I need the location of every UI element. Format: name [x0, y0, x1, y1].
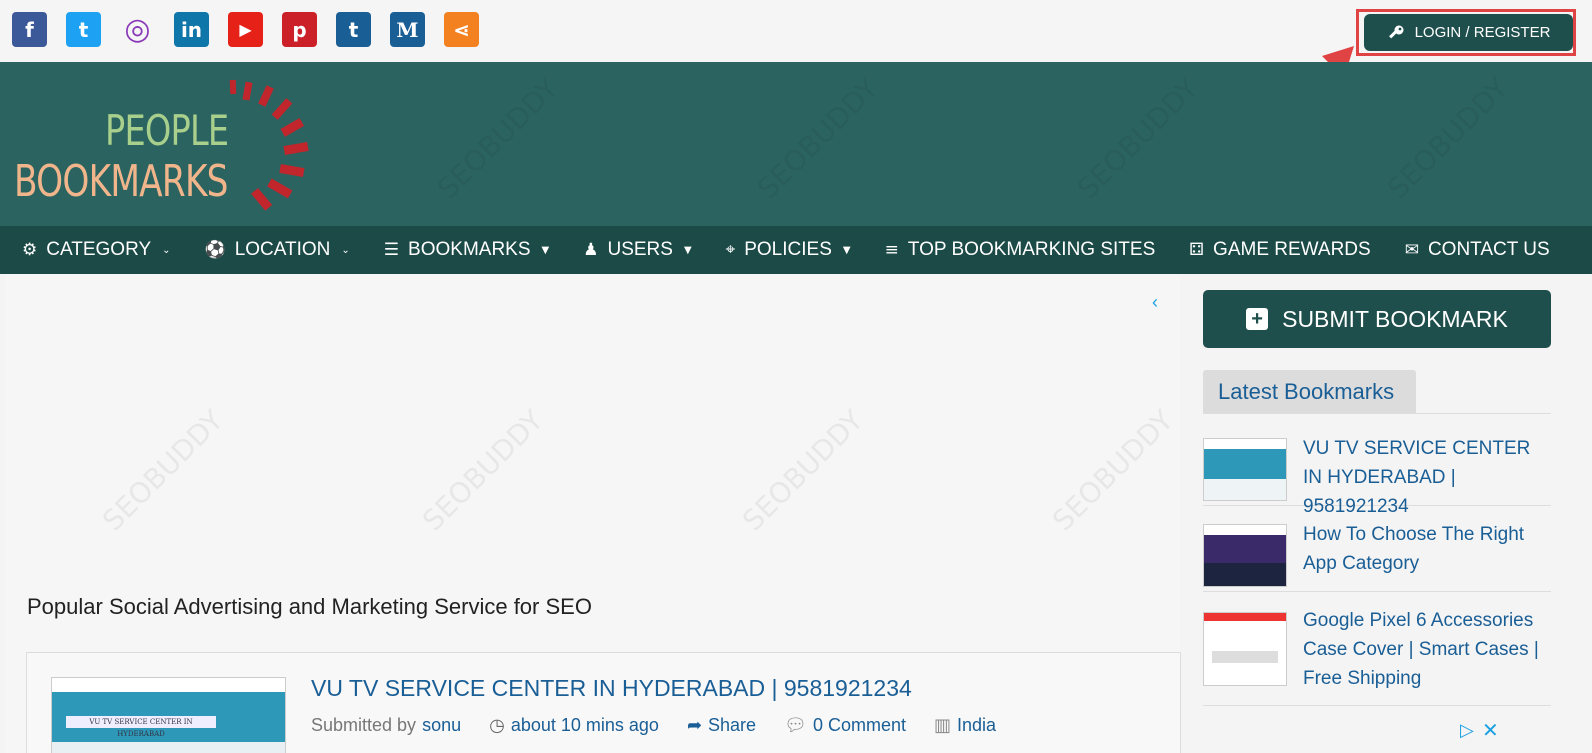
nav-label: GAME REWARDS [1213, 239, 1371, 260]
linkedin-icon[interactable]: in [174, 12, 209, 47]
close-ad-icon[interactable]: ✕ [1482, 718, 1499, 742]
logo-text-people: PEOPLE [105, 106, 229, 155]
nav-location[interactable]: ⚽ LOCATION ⌄ [205, 239, 350, 261]
watermark: SEOBUDDY [416, 403, 550, 538]
divider [1203, 413, 1551, 414]
watermark: SEOBUDDY [736, 403, 870, 538]
instagram-icon[interactable]: ◎ [120, 12, 155, 47]
nav-users[interactable]: ♟ USERS ▼ [583, 239, 691, 261]
nav-label: BOOKMARKS [408, 239, 531, 260]
tumblr-icon[interactable]: t [336, 12, 371, 47]
thumb-topbar [1204, 525, 1286, 535]
thumb-caption: VU TV SERVICE CENTER IN HYDERABAD [66, 716, 216, 738]
thumb-topbar [52, 678, 285, 692]
list-item: How To Choose The Right App Category [1203, 506, 1551, 592]
ad-choices-icon[interactable]: ‹ [1152, 292, 1158, 313]
logo-text-bookmarks: BOOKMARKS [14, 156, 228, 207]
plus-square-icon: + [1246, 308, 1269, 330]
watermark: SEOBUDDY [96, 403, 230, 538]
user-icon: ♟ [583, 240, 599, 260]
latest-bookmark-link[interactable]: How To Choose The Right App Category [1303, 520, 1551, 578]
comment-icon: 💬︎ [784, 715, 807, 736]
latest-bookmarks-list: VU TV SERVICE CENTER IN HYDERABAD | 9581… [1203, 420, 1551, 706]
nav-label: CONTACT US [1427, 239, 1550, 260]
time-link[interactable]: about 10 mins ago [511, 715, 659, 736]
share-link[interactable]: Share [708, 715, 756, 736]
nav-contact-us[interactable]: ✉ CONTACT US [1405, 239, 1550, 261]
location-link[interactable]: India [957, 715, 996, 736]
ball-icon: ⚽ [204, 240, 226, 260]
nav-label: POLICIES [744, 239, 832, 260]
latest-thumbnail[interactable] [1203, 438, 1287, 501]
nav-label: TOP BOOKMARKING SITES [907, 239, 1156, 260]
main-nav: ⚙ CATEGORY ⌄ ⚽ LOCATION ⌄ ☰ BOOKMARKS ▼ ♟ USERS… [0, 226, 1592, 274]
bookmark-meta: Submitted by sonu ◷ about 10 mins ago ➦ … [311, 715, 996, 736]
medium-icon[interactable]: M [390, 12, 425, 47]
social-links: f t ◎ in ▶ p t M ⋖ [12, 12, 479, 47]
latest-thumbnail[interactable] [1203, 524, 1287, 587]
caret-down-icon: ▼ [683, 244, 692, 256]
login-register-label: LOGIN / REGISTER [1414, 24, 1551, 41]
list-item: Google Pixel 6 Accessories Case Cover | … [1203, 592, 1551, 706]
nav-policies[interactable]: ⌖ POLICIES ▼ [726, 239, 851, 261]
bookmark-thumbnail[interactable]: VU TV SERVICE CENTER IN HYDERABAD [51, 677, 286, 753]
nav-game-rewards[interactable]: ⚃ GAME REWARDS [1189, 239, 1370, 261]
submit-bookmark-label: SUBMIT BOOKMARK [1282, 305, 1508, 332]
share-icon[interactable]: ⋖ [444, 12, 479, 47]
watermark: SEOBUDDY [1381, 71, 1515, 206]
gears-icon: ⚙ [22, 240, 38, 260]
share-arrow-icon: ➦ [686, 715, 703, 736]
nav-label: CATEGORY [46, 239, 152, 260]
nav-label: LOCATION [234, 239, 331, 260]
dice-icon: ⚃ [1189, 240, 1205, 260]
watermark: SEOBUDDY [1071, 71, 1205, 206]
pinterest-icon[interactable]: p [282, 12, 317, 47]
thumb-products [1212, 651, 1278, 663]
nav-label: USERS [607, 239, 673, 260]
watermark: SEOBUDDY [1046, 403, 1180, 538]
comment-link[interactable]: 0 Comment [813, 715, 906, 736]
caret-down-icon: ▼ [541, 244, 550, 256]
author-link[interactable]: sonu [422, 715, 461, 736]
watermark: SEOBUDDY [431, 71, 565, 206]
bookmark-card: VU TV SERVICE CENTER IN HYDERABAD VU TV … [26, 652, 1181, 753]
chevron-down-icon: ⌄ [341, 244, 350, 256]
thumb-hero [1204, 449, 1286, 479]
envelope-icon: ✉ [1404, 240, 1419, 260]
ad-choices-icon[interactable]: ▷ [1460, 720, 1474, 741]
bookmark-title-link[interactable]: VU TV SERVICE CENTER IN HYDERABAD | 9581… [311, 675, 912, 702]
clock-icon: ◷ [489, 715, 505, 736]
thumb-hero [1204, 535, 1286, 563]
chevron-down-icon: ⌄ [162, 244, 171, 256]
site-logo[interactable]: PEOPLE BOOKMARKS [14, 76, 309, 216]
nav-category[interactable]: ⚙ CATEGORY ⌄ [22, 239, 171, 261]
twitter-icon[interactable]: t [66, 12, 101, 47]
thumb-topbar [1204, 439, 1286, 449]
map-icon: ▥ [933, 715, 951, 736]
crosshair-icon: ⌖ [725, 240, 736, 260]
list-icon: ☰ [383, 240, 400, 260]
key-icon [1388, 25, 1404, 38]
list-item: VU TV SERVICE CENTER IN HYDERABAD | 9581… [1203, 420, 1551, 517]
submit-bookmark-button[interactable]: + SUBMIT BOOKMARK [1203, 290, 1551, 348]
caret-down-icon: ▼ [842, 244, 851, 256]
facebook-icon[interactable]: f [12, 12, 47, 47]
align-left-icon: ≡ [884, 240, 899, 260]
latest-bookmarks-tab[interactable]: Latest Bookmarks [1203, 370, 1416, 413]
watermark: SEOBUDDY [751, 71, 885, 206]
nav-top-bookmarking-sites[interactable]: ≡ TOP BOOKMARKING SITES [885, 239, 1156, 261]
youtube-icon[interactable]: ▶ [228, 12, 263, 47]
nav-bookmarks[interactable]: ☰ BOOKMARKS ▼ [384, 239, 549, 261]
login-register-button[interactable]: LOGIN / REGISTER [1364, 14, 1573, 51]
latest-thumbnail[interactable] [1203, 612, 1287, 686]
site-header: PEOPLE BOOKMARKS SEOBUDDY SEOBUDDY SEOBU… [0, 62, 1592, 226]
section-title: Popular Social Advertising and Marketing… [27, 594, 592, 619]
submitted-by-label: Submitted by [311, 715, 417, 735]
thumb-topbar [1204, 613, 1286, 621]
latest-bookmark-link[interactable]: Google Pixel 6 Accessories Case Cover | … [1303, 606, 1551, 693]
